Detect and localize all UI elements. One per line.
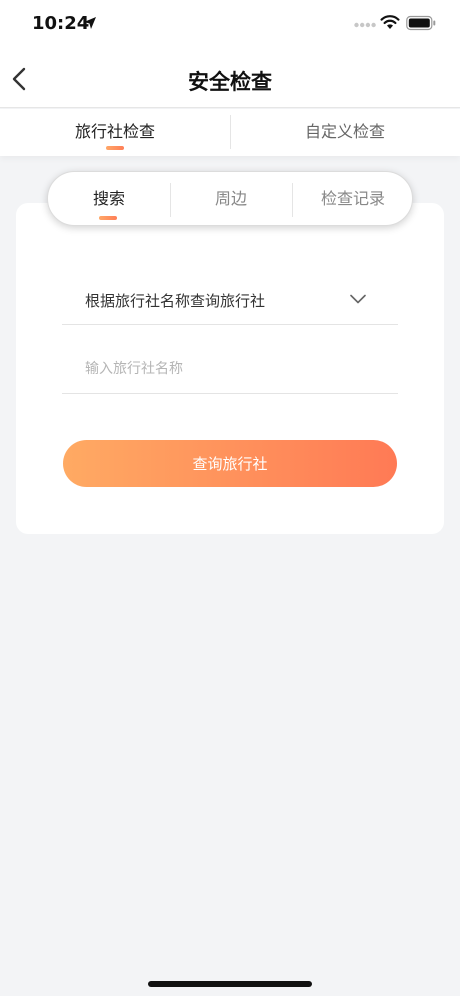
segment-nearby[interactable]: 周边 [170,172,292,227]
tab-label: 自定义检查 [304,122,385,141]
status-bar: 10:24 [0,0,460,50]
active-tab-indicator [106,146,124,150]
query-agency-button[interactable]: 查询旅行社 [63,440,397,487]
segment-label: 检查记录 [320,189,385,208]
chevron-down-icon [350,294,366,304]
status-time: 10:24 [32,13,90,34]
select-value: 根据旅行社名称查询旅行社 [85,292,266,310]
tab-custom-check[interactable]: 自定义检查 [230,109,460,156]
segment-check-records[interactable]: 检查记录 [292,172,414,227]
tab-label: 旅行社检查 [74,122,155,141]
segment-label: 周边 [214,189,247,208]
location-arrow-icon [84,17,96,29]
battery-icon [406,15,436,31]
agency-name-field [62,346,398,394]
segment-control: 搜索 周边 检查记录 [47,171,413,226]
cellular-signal-icon [354,22,376,28]
segment-label: 搜索 [92,189,125,208]
navigation-bar: 安全检查 [0,50,460,108]
page-title: 安全检查 [188,70,272,94]
wifi-icon [380,15,400,29]
main-tab-bar: 旅行社检查 自定义检查 [0,109,460,156]
home-indicator [148,981,312,987]
agency-name-input[interactable] [85,356,375,382]
active-segment-indicator [99,216,117,220]
search-mode-select[interactable]: 根据旅行社名称查询旅行社 [62,277,398,325]
